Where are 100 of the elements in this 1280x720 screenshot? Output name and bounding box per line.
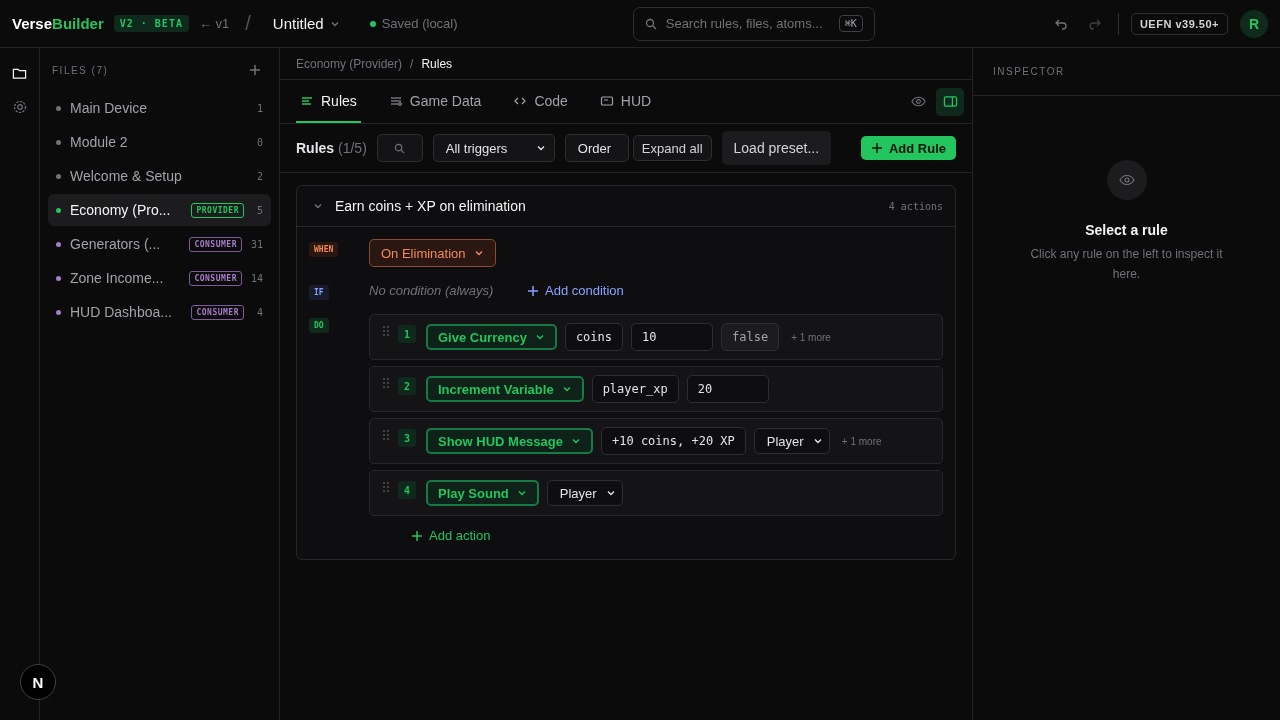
file-item[interactable]: Welcome & Setup 2 bbox=[48, 160, 271, 192]
tab[interactable]: Rules bbox=[296, 80, 361, 123]
action-count: 4 actions bbox=[888, 200, 943, 212]
plus-icon bbox=[249, 64, 261, 76]
param-field[interactable]: 10 bbox=[631, 323, 713, 351]
add-action-link[interactable]: Add action bbox=[411, 528, 491, 543]
boolean-field[interactable]: false bbox=[721, 323, 780, 351]
file-name: Zone Income... bbox=[70, 270, 165, 286]
action-dropdown[interactable]: Give Currency bbox=[426, 324, 557, 350]
role-badge: PROVIDER bbox=[191, 202, 244, 218]
document-title[interactable]: Untitled bbox=[266, 14, 346, 33]
more-link[interactable]: + 1 more bbox=[841, 435, 882, 447]
param-field[interactable]: 20 bbox=[686, 375, 769, 403]
chevron-down-icon bbox=[561, 384, 572, 394]
chevron-down-icon bbox=[534, 332, 545, 342]
chevron-down-icon bbox=[812, 436, 823, 446]
sidebar-icon bbox=[942, 94, 958, 109]
param-select[interactable]: Player bbox=[546, 480, 623, 506]
chevron-down-icon bbox=[473, 248, 484, 258]
file-count: 1 bbox=[255, 102, 263, 114]
inspector-heading: INSPECTOR bbox=[993, 66, 1065, 77]
eye-icon bbox=[910, 94, 926, 109]
action-dropdown[interactable]: Show HUD Message bbox=[426, 428, 593, 454]
role-badge: CONSUMER bbox=[189, 270, 242, 286]
param-field[interactable]: coins bbox=[564, 323, 623, 351]
settings-icon bbox=[11, 99, 28, 115]
empty-message: Click any rule on the left to inspect it here. bbox=[1029, 246, 1224, 283]
file-item[interactable]: HUD Dashboa... CONSUMER 4 bbox=[48, 296, 271, 328]
chevron-down-icon bbox=[516, 488, 527, 498]
when-label: WHEN bbox=[309, 242, 339, 257]
collapse-button[interactable] bbox=[313, 201, 323, 211]
breadcrumb-item[interactable]: Economy (Provider) bbox=[296, 56, 403, 71]
role-badge: CONSUMER bbox=[191, 304, 244, 320]
save-status: Saved (local) bbox=[381, 16, 458, 31]
chevron-down-icon bbox=[571, 436, 581, 446]
add-rule-button[interactable]: Add Rule bbox=[860, 136, 956, 160]
drag-handle[interactable] bbox=[382, 377, 390, 389]
plus-icon bbox=[527, 284, 539, 297]
file-name: Economy (Pro... bbox=[70, 202, 172, 218]
brand-logo: VerseBuilder bbox=[12, 15, 104, 32]
dev-tools-button[interactable]: N bbox=[20, 664, 56, 700]
tab[interactable]: Code bbox=[509, 80, 572, 123]
search-icon bbox=[394, 142, 406, 154]
do-label: DO bbox=[309, 318, 329, 333]
action-dropdown[interactable]: Play Sound bbox=[426, 480, 539, 506]
param-field[interactable]: +10 coins, +20 XP bbox=[601, 427, 746, 455]
folder-icon bbox=[12, 66, 27, 81]
drag-handle[interactable] bbox=[382, 325, 390, 337]
add-condition-link[interactable]: Add condition bbox=[527, 283, 624, 298]
action-dropdown[interactable]: Increment Variable bbox=[426, 376, 584, 402]
order-select[interactable]: Order bbox=[564, 134, 629, 162]
file-name: Welcome & Setup bbox=[70, 168, 183, 184]
rule-title: Earn coins + XP on elimination bbox=[335, 198, 527, 214]
if-label: IF bbox=[309, 285, 329, 300]
user-avatar[interactable]: R bbox=[1240, 9, 1268, 38]
screen-icon bbox=[599, 93, 614, 108]
file-name: Module 2 bbox=[70, 134, 129, 150]
param-select[interactable]: Player bbox=[753, 428, 830, 454]
search-button[interactable] bbox=[376, 134, 423, 162]
param-field[interactable]: player_xp bbox=[591, 375, 679, 403]
action-number: 4 bbox=[398, 481, 416, 499]
chevron-down-icon bbox=[605, 488, 616, 498]
file-item[interactable]: Zone Income... CONSUMER 14 bbox=[48, 262, 271, 294]
file-name: Generators (... bbox=[70, 236, 162, 252]
breadcrumb-separator: / bbox=[410, 56, 414, 71]
file-item[interactable]: Economy (Pro... PROVIDER 5 bbox=[48, 194, 271, 226]
tab[interactable]: HUD bbox=[595, 80, 656, 123]
expand-all-button[interactable]: Expand all bbox=[632, 135, 712, 161]
file-count: 14 bbox=[250, 272, 263, 284]
file-name: HUD Dashboa... bbox=[70, 304, 173, 320]
file-count: 31 bbox=[250, 238, 263, 250]
action-number: 1 bbox=[398, 325, 416, 343]
drag-handle[interactable] bbox=[382, 481, 390, 493]
more-link[interactable]: + 1 more bbox=[791, 331, 831, 343]
condition-field[interactable]: No condition (always) bbox=[369, 283, 511, 298]
file-item[interactable]: Generators (... CONSUMER 31 bbox=[48, 228, 271, 260]
version-badge: V2 · BETA bbox=[113, 15, 189, 32]
file-item[interactable]: Module 2 0 bbox=[48, 126, 271, 158]
tab[interactable]: Game Data bbox=[384, 80, 486, 123]
eye-icon bbox=[1106, 160, 1147, 200]
empty-title: Select a rule bbox=[1085, 222, 1168, 238]
trigger-select[interactable]: All triggers bbox=[432, 134, 555, 162]
chevron-down-icon bbox=[313, 201, 323, 211]
action-number: 2 bbox=[398, 377, 416, 395]
chevron-down-icon bbox=[535, 143, 546, 153]
drag-handle[interactable] bbox=[382, 429, 390, 441]
separator: / bbox=[245, 12, 251, 35]
role-badge: CONSUMER bbox=[189, 236, 242, 252]
back-link[interactable]: ← v1 bbox=[198, 16, 230, 31]
platform-badge: UEFN v39.50+ bbox=[1130, 12, 1228, 35]
file-count: 2 bbox=[255, 170, 263, 182]
plus-icon bbox=[870, 142, 883, 154]
rules-heading: Rules (1/5) bbox=[296, 140, 367, 156]
plus-icon bbox=[411, 529, 423, 542]
load-preset-button[interactable]: Load preset... bbox=[721, 131, 832, 165]
trigger-dropdown[interactable]: On Elimination bbox=[369, 239, 496, 267]
panel-toggle[interactable] bbox=[936, 87, 964, 116]
search-icon bbox=[644, 17, 657, 30]
file-count: 5 bbox=[255, 204, 263, 216]
file-item[interactable]: Main Device 1 bbox=[48, 92, 271, 124]
